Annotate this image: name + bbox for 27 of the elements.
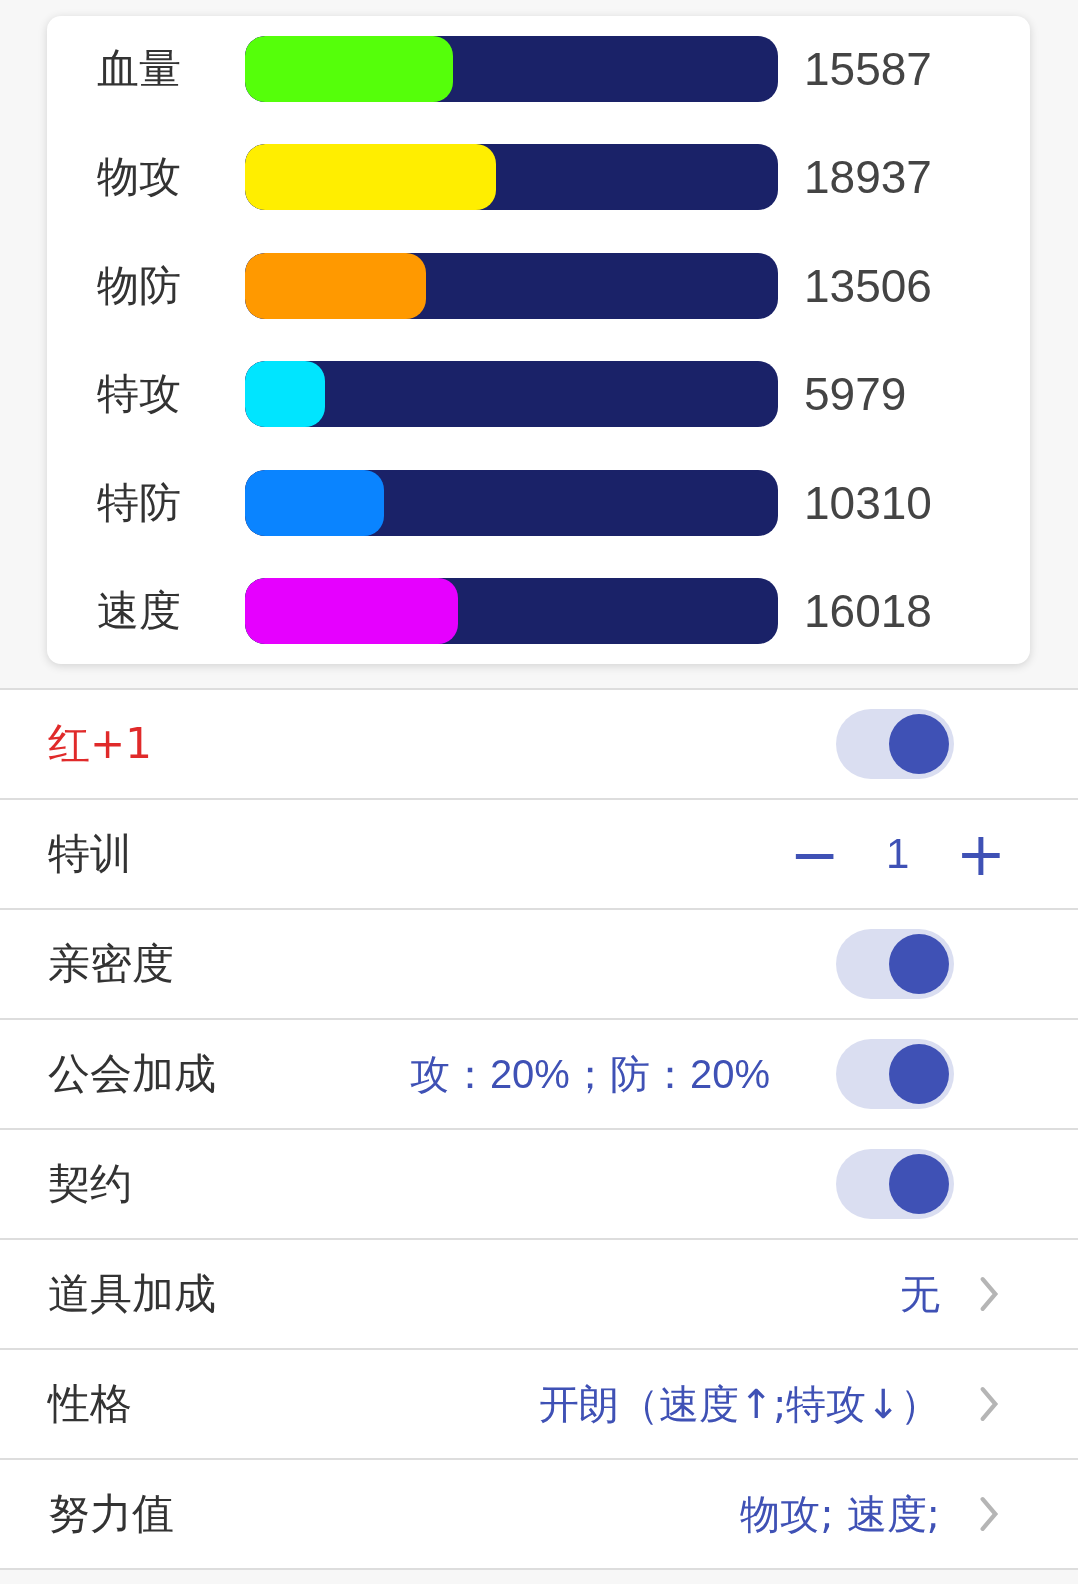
stat-label: 特防 (96, 476, 182, 529)
stat-value: 18937 (804, 150, 932, 205)
stat-value: 5979 (804, 367, 907, 422)
stat-label: 物攻 (96, 151, 182, 204)
setting-value[interactable]: 无 (900, 1266, 940, 1322)
decrement-button[interactable]: − (779, 824, 850, 884)
stepper-value: 1 (885, 830, 911, 878)
setting-label: 契约 (48, 1158, 133, 1210)
stat-label: 血量 (96, 43, 182, 95)
setting-label: 性格 (48, 1378, 133, 1430)
setting-value: 攻：20%；防：20% (409, 1050, 770, 1098)
stat-value: 16018 (804, 583, 932, 638)
stat-value: 10310 (804, 475, 932, 530)
stat-value: 15587 (804, 42, 932, 96)
setting-label: 红+1 (48, 718, 153, 770)
stat-value: 13506 (804, 258, 932, 313)
setting-value[interactable]: 物攻; 速度; (740, 1486, 940, 1542)
increment-button[interactable]: + (945, 824, 1016, 884)
setting-label: 亲密度 (48, 938, 175, 990)
setting-label: 努力值 (48, 1488, 175, 1540)
setting-value[interactable]: 开朗（速度↑;特攻↓） (539, 1376, 940, 1432)
setting-label: 道具加成 (48, 1268, 217, 1320)
stat-label: 物防 (96, 259, 182, 312)
setting-label: 特训 (48, 828, 133, 880)
stat-label: 速度 (96, 584, 182, 637)
setting-label: 公会加成 (48, 1048, 217, 1100)
stat-label: 特攻 (96, 368, 182, 421)
